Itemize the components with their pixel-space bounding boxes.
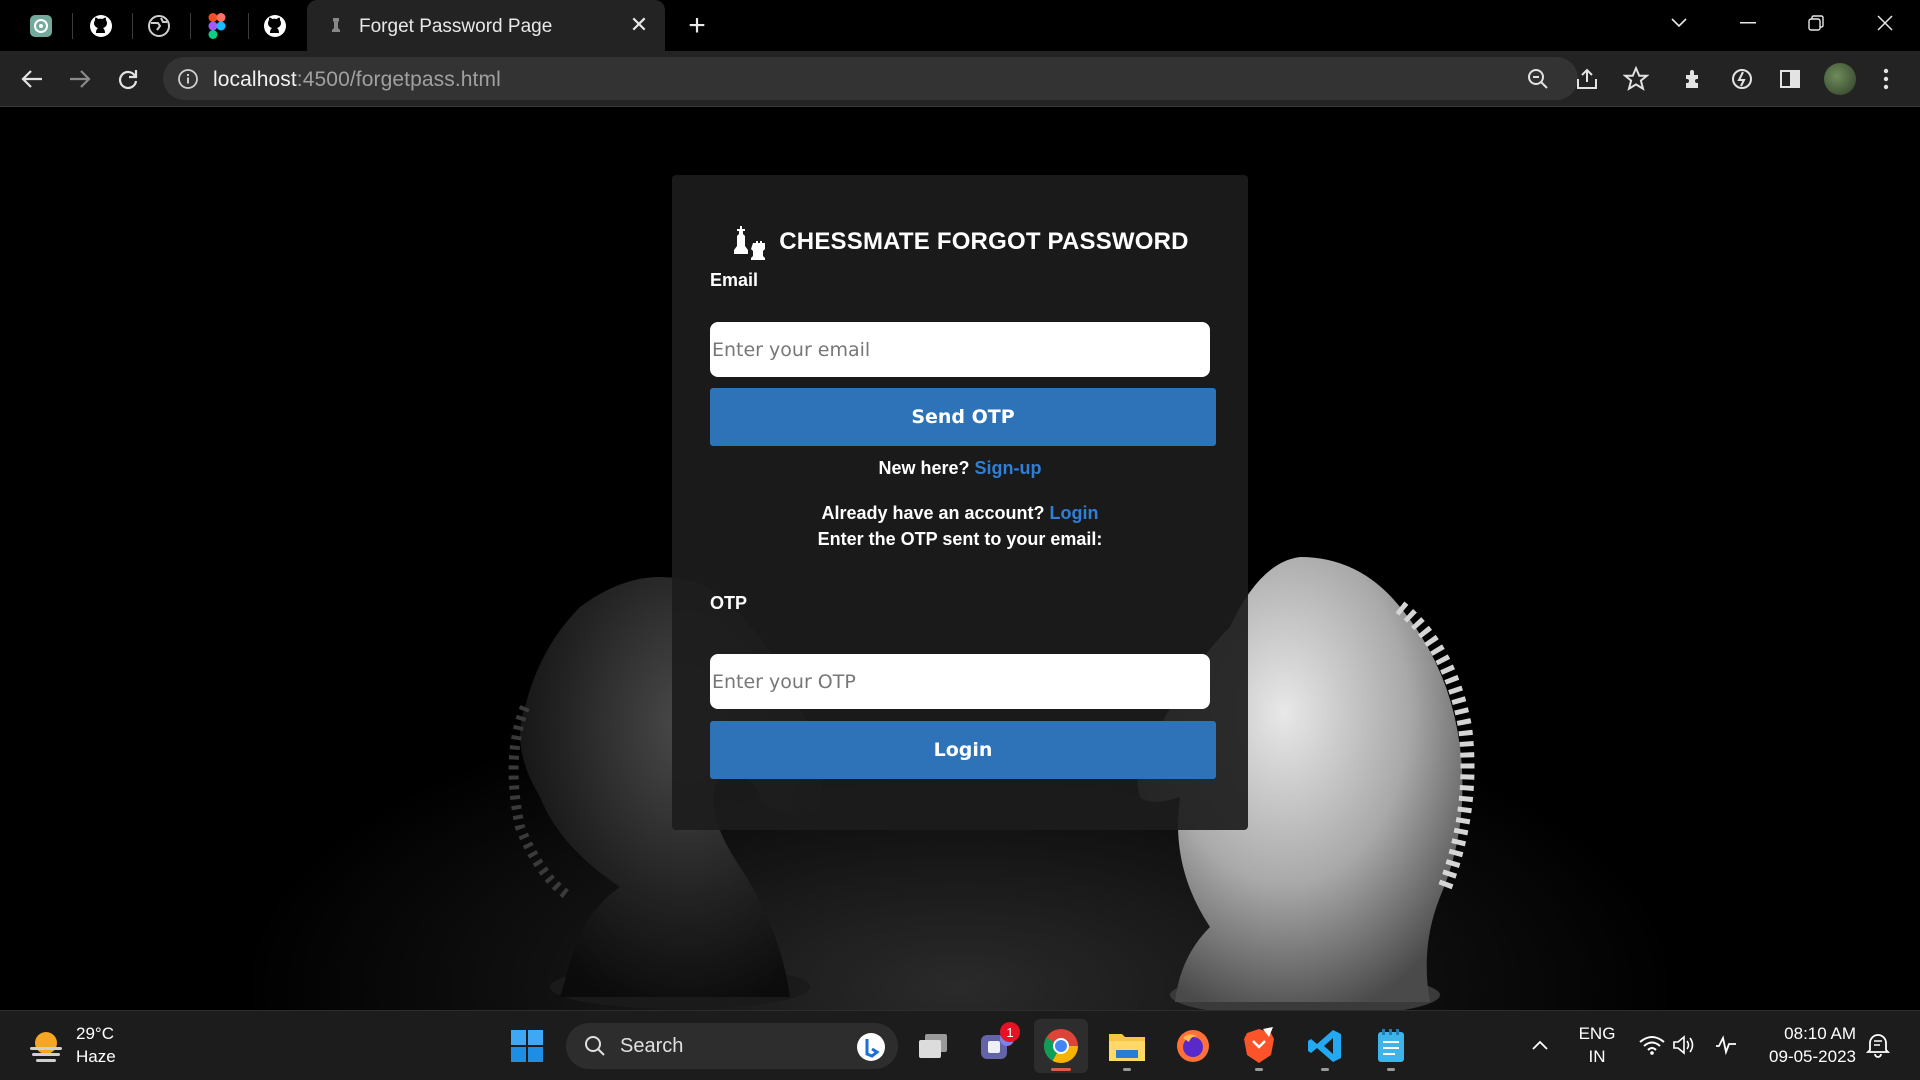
minimize-button[interactable]	[1725, 4, 1771, 42]
search-label: Search	[620, 1035, 684, 1057]
card-title: CHESSMATE FORGOT PASSWORD	[672, 223, 1248, 261]
weather-condition: Haze	[76, 1047, 116, 1066]
zoom-icon[interactable]	[1526, 67, 1550, 91]
windows-start-icon	[511, 1030, 543, 1062]
otp-label: OTP	[710, 593, 748, 613]
otp-instruction: Enter the OTP sent to your email:	[817, 529, 1103, 549]
task-view-icon	[919, 1034, 947, 1058]
file-explorer-button[interactable]	[1100, 1019, 1154, 1073]
url-text: localhost:4500/forgetpass.html	[213, 68, 501, 91]
active-tab-title: Forget Password Page	[359, 16, 553, 37]
signup-link[interactable]: Sign-up	[975, 458, 1042, 478]
new-here-text: New here?	[878, 458, 970, 478]
weather-haze-icon[interactable]	[26, 1027, 66, 1067]
send-otp-button[interactable]: Send OTP	[710, 388, 1216, 446]
back-arrow-icon	[21, 70, 42, 88]
taskbar-search[interactable]: Search	[566, 1023, 898, 1069]
chatgpt-icon	[30, 15, 52, 37]
tab-strip: Forget Password Page ✕ +	[0, 0, 1920, 51]
vscode-button[interactable]	[1298, 1019, 1352, 1073]
tab-search-icon[interactable]	[1656, 4, 1702, 42]
sync-icon[interactable]	[1730, 67, 1754, 91]
teams-button[interactable]: 1	[970, 1019, 1024, 1073]
teams-badge: 1	[1000, 1022, 1020, 1042]
battery-icon[interactable]	[1712, 1031, 1740, 1059]
clock-time[interactable]: 08:10 AM	[1756, 1024, 1856, 1044]
language-line1[interactable]: ENG	[1574, 1024, 1620, 1044]
clock-date[interactable]: 09-05-2023	[1756, 1047, 1856, 1067]
address-bar[interactable]: localhost:4500/forgetpass.html	[163, 57, 1578, 100]
forgot-password-card: CHESSMATE FORGOT PASSWORD Email Send OTP…	[672, 175, 1248, 830]
browser-toolbar: localhost:4500/forgetpass.html	[0, 51, 1920, 107]
signup-line: New here? Sign-up	[672, 458, 1248, 479]
active-tab[interactable]: Forget Password Page ✕	[307, 0, 665, 51]
card-title-text: CHESSMATE FORGOT PASSWORD	[779, 228, 1189, 255]
extensions-icon[interactable]	[1682, 67, 1706, 91]
close-window-button[interactable]	[1862, 4, 1908, 42]
search-icon	[585, 1036, 605, 1056]
menu-icon[interactable]	[1878, 67, 1894, 91]
firefox-button[interactable]	[1166, 1019, 1220, 1073]
github-icon	[264, 15, 286, 37]
restore-button[interactable]	[1793, 4, 1839, 42]
login-line: Already have an account? Login	[672, 503, 1248, 524]
back-button[interactable]	[14, 61, 50, 97]
new-tab-button[interactable]: +	[680, 9, 714, 42]
firefox-icon	[1177, 1030, 1209, 1062]
close-tab-icon[interactable]: ✕	[625, 11, 653, 39]
chrome-button[interactable]	[1034, 1019, 1088, 1073]
email-label: Email	[710, 270, 759, 290]
reload-icon	[118, 70, 138, 90]
bing-icon[interactable]	[856, 1032, 886, 1062]
notepad-icon	[1378, 1029, 1404, 1062]
share-icon[interactable]	[1575, 67, 1599, 91]
profile-avatar[interactable]	[1824, 63, 1856, 95]
wifi-icon[interactable]	[1638, 1031, 1666, 1059]
chess-pieces-icon	[734, 226, 766, 260]
reload-button[interactable]	[110, 61, 146, 97]
notepad-button[interactable]	[1364, 1019, 1418, 1073]
email-input[interactable]	[710, 322, 1210, 377]
globe-icon	[148, 15, 170, 37]
info-icon[interactable]	[177, 68, 199, 90]
page-background: CHESSMATE FORGOT PASSWORD Email Send OTP…	[0, 107, 1920, 1010]
brave-button[interactable]	[1232, 1019, 1286, 1073]
task-view-button[interactable]	[906, 1019, 960, 1073]
login-link[interactable]: Login	[1050, 503, 1099, 523]
star-icon[interactable]	[1623, 66, 1649, 92]
already-account-text: Already have an account?	[821, 503, 1045, 523]
chrome-icon	[1044, 1029, 1078, 1063]
forward-arrow-icon	[70, 70, 91, 88]
chevron-up-icon[interactable]	[1526, 1031, 1554, 1059]
login-button[interactable]: Login	[710, 721, 1216, 779]
pinned-tab-globe[interactable]	[140, 8, 178, 44]
pinned-tab-github-1[interactable]	[82, 8, 120, 44]
github-icon	[90, 15, 112, 37]
language-line2[interactable]: IN	[1574, 1047, 1620, 1067]
file-explorer-icon	[1109, 1034, 1145, 1061]
otp-input[interactable]	[710, 654, 1210, 709]
figma-icon	[208, 13, 226, 39]
notification-icon[interactable]	[1864, 1031, 1892, 1059]
pinned-tab-github-2[interactable]	[256, 8, 294, 44]
start-button[interactable]	[500, 1019, 554, 1073]
weather-temp: 29°C	[76, 1024, 114, 1043]
pinned-tab-chatgpt[interactable]	[22, 8, 60, 44]
brave-icon	[1244, 1027, 1274, 1063]
sidepanel-icon[interactable]	[1778, 67, 1802, 91]
taskbar: 29°C Haze Search 1 ENG IN 08:10 AM 09-05…	[0, 1010, 1920, 1080]
vscode-icon	[1308, 1030, 1341, 1062]
forward-button[interactable]	[62, 61, 98, 97]
volume-icon[interactable]	[1670, 1031, 1698, 1059]
pinned-tab-figma[interactable]	[198, 8, 236, 44]
chess-icon	[332, 18, 340, 32]
